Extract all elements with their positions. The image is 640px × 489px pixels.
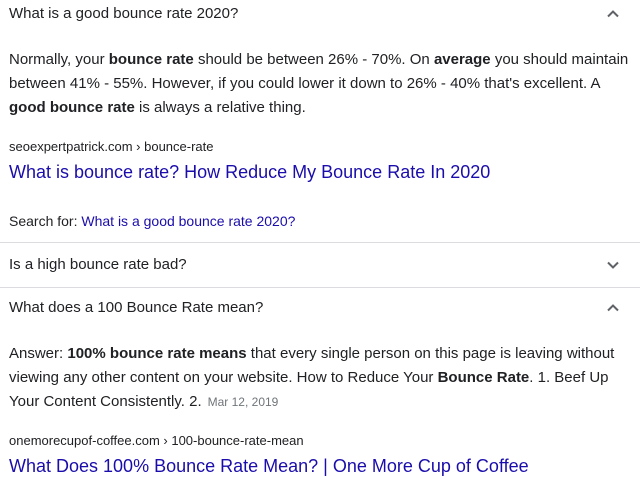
faq-answer-3: Answer: 100% bounce rate means that ever… bbox=[9, 345, 615, 410]
people-also-ask-panel: What is a good bounce rate 2020? Normall… bbox=[0, 0, 640, 489]
faq-question-1[interactable]: What is a good bounce rate 2020? bbox=[0, 0, 640, 36]
search-for: Search for: What is a good bounce rate 2… bbox=[0, 211, 295, 231]
faq-question-1-text: What is a good bounce rate 2020? bbox=[9, 5, 239, 22]
faq-answer-1: Normally, your bounce rate should be bet… bbox=[9, 51, 629, 116]
chevron-up-icon[interactable] bbox=[606, 7, 620, 21]
search-for-label: Search for: bbox=[9, 213, 82, 229]
divider bbox=[0, 242, 640, 243]
source-cite-1[interactable]: seoexpertpatrick.com › bounce-rate bbox=[0, 138, 213, 156]
faq-question-3-text: What does a 100 Bounce Rate mean? bbox=[9, 299, 264, 316]
source-title-link-1[interactable]: What is bounce rate? How Reduce My Bounc… bbox=[0, 160, 490, 184]
source-cite-3[interactable]: onemorecupof-coffee.com › 100-bounce-rat… bbox=[0, 432, 304, 450]
divider bbox=[0, 287, 640, 288]
chevron-down-icon[interactable] bbox=[606, 258, 620, 272]
search-for-link[interactable]: What is a good bounce rate 2020? bbox=[81, 213, 295, 229]
chevron-up-icon[interactable] bbox=[606, 301, 620, 315]
faq-question-3[interactable]: What does a 100 Bounce Rate mean? bbox=[0, 292, 640, 330]
answer-date: Mar 12, 2019 bbox=[207, 395, 279, 409]
source-title-link-3[interactable]: What Does 100% Bounce Rate Mean? | One M… bbox=[0, 454, 529, 478]
faq-question-2-text: Is a high bounce rate bad? bbox=[9, 256, 187, 273]
faq-question-2[interactable]: Is a high bounce rate bad? bbox=[0, 249, 640, 287]
